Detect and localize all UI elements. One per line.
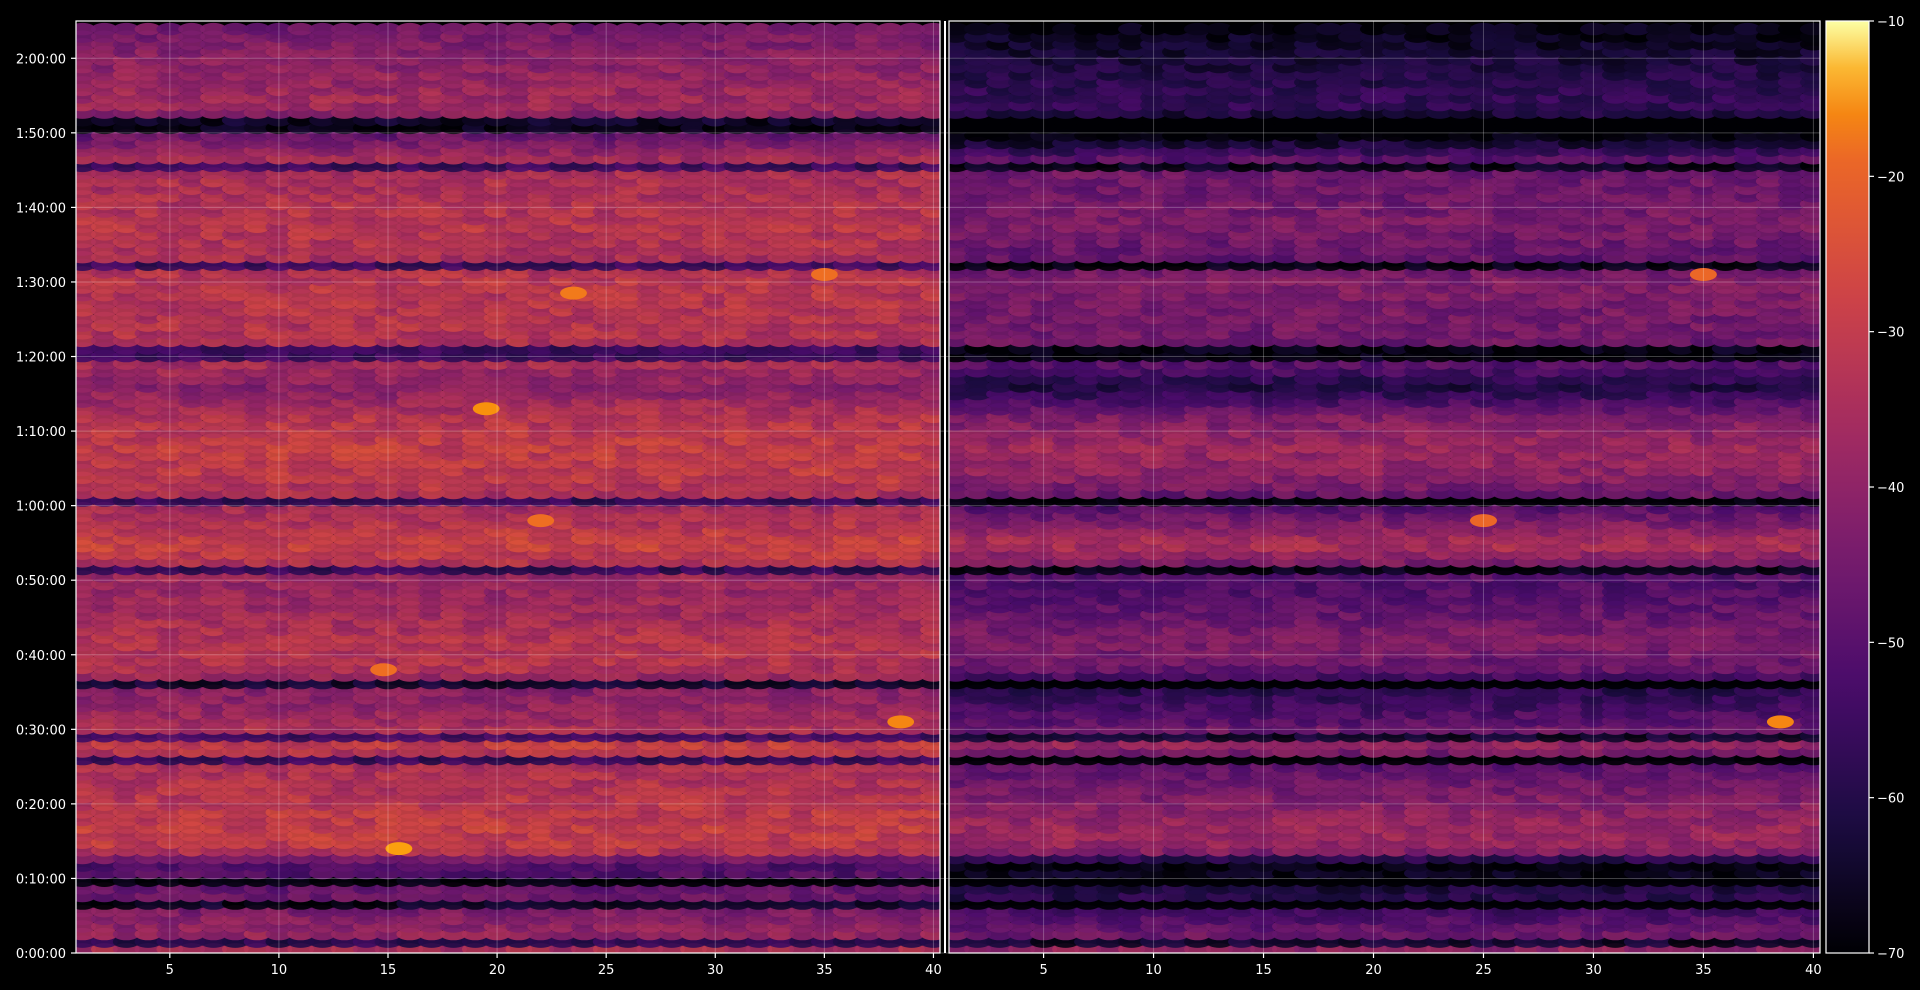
heatmap-highlight-cell: [887, 715, 915, 729]
heatmap-highlight-cell: [385, 842, 413, 856]
heatmap-highlight-cell: [560, 286, 587, 300]
heatmap-highlight-cell: [472, 402, 500, 416]
heatmap-chart: 5 10 15 20 25 30 35 40 5 10 15 20 25 30 35 400:00:000:1…: [16, 15, 1905, 978]
heatmap-highlight-cell: [527, 514, 555, 528]
heatmap-highlight-cell: [370, 663, 397, 677]
